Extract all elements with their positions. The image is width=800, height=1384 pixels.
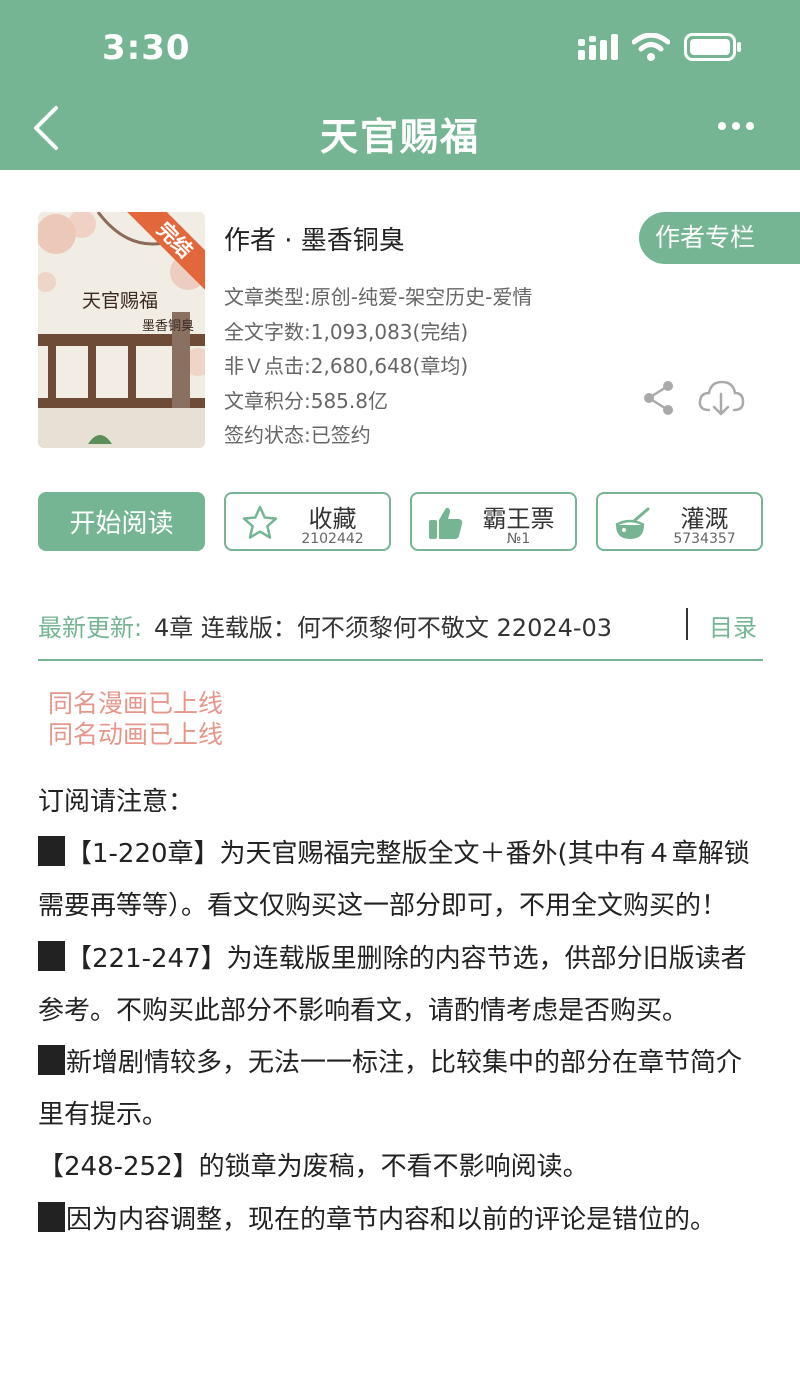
- block-mark: [38, 940, 65, 971]
- more-dot-icon: [718, 122, 726, 130]
- anime-notice[interactable]: 同名动画已上线: [48, 719, 223, 750]
- cover-title: 天官赐福: [82, 290, 159, 312]
- signal-icon: [578, 34, 618, 60]
- water-count: 5734357: [673, 531, 736, 547]
- water-button[interactable]: 灌溉 5734357: [596, 492, 763, 551]
- latest-update-bar[interactable]: 最新更新: 4章 连载版：何不须黎何不敬文 22024-03 目录: [38, 604, 763, 646]
- book-description: 订阅请注意： 【1-220章】为天官赐福完整版全文＋番外(其中有４章解锁需要再等…: [38, 776, 763, 1246]
- manga-notice[interactable]: 同名漫画已上线: [48, 688, 223, 719]
- favorite-button[interactable]: 收藏 2102442: [224, 492, 391, 551]
- page-title: 天官赐福: [319, 115, 480, 159]
- more-dot-icon: [746, 122, 754, 130]
- favorite-count: 2102442: [301, 531, 364, 547]
- ticket-rank: №1: [506, 531, 531, 547]
- author-name[interactable]: 作者 · 墨香铜臭: [224, 220, 405, 257]
- ticket-label: 霸王票: [482, 505, 555, 533]
- latest-update-text[interactable]: 4章 连载版：何不须黎何不敬文 22024-03: [154, 608, 690, 643]
- meta-word-count: 全文字数:1,093,083(完结): [224, 319, 469, 344]
- description-paragraph: 新增剧情较多，无法一一标注，比较集中的部分在章节简介里有提示。: [38, 1037, 763, 1141]
- status-icons: [578, 30, 742, 64]
- description-paragraph: 【221-247】为连载版里删除的内容节选，供部分旧版读者参考。不购买此部分不影…: [38, 933, 763, 1037]
- more-dot-icon: [732, 122, 740, 130]
- section-divider: [38, 659, 763, 661]
- battery-icon: [684, 33, 741, 61]
- block-mark: [38, 836, 65, 867]
- share-icon[interactable]: [642, 380, 676, 416]
- water-label: 灌溉: [680, 505, 729, 533]
- description-heading: 订阅请注意：: [38, 787, 195, 817]
- description-paragraph: 【1-220章】为天官赐福完整版全文＋番外(其中有４章解锁需要再等等）。看文仅购…: [38, 828, 763, 932]
- app-header: 3:30 天官赐福: [0, 0, 800, 170]
- favorite-label: 收藏: [308, 505, 357, 533]
- meta-genre: 文章类型:原创-纯爱-架空历史-爱情: [224, 285, 533, 309]
- thumbs-up-icon: [429, 507, 463, 539]
- block-mark: [38, 1045, 65, 1076]
- cover-author: 墨香铜臭: [142, 319, 195, 334]
- block-mark: [38, 1201, 65, 1232]
- meta-score: 文章积分:585.8亿: [224, 388, 388, 413]
- description-paragraph: 【248-252】的锁章为废稿，不看不影响阅读。: [38, 1152, 589, 1183]
- ticket-button[interactable]: 霸王票 №1: [410, 492, 577, 551]
- star-icon: [242, 505, 278, 539]
- meta-clicks: 非Ｖ点击:2,680,648(章均): [224, 354, 469, 378]
- description-paragraph: 因为内容调整，现在的章节内容和以前的评论是错位的。: [38, 1194, 763, 1246]
- divider: [686, 608, 688, 640]
- nutrient-flask-icon: [615, 507, 650, 539]
- wifi-icon: [632, 33, 670, 61]
- start-reading-button[interactable]: 开始阅读: [38, 492, 205, 551]
- latest-update-label: 最新更新:: [38, 614, 143, 642]
- book-cover[interactable]: 天官赐福 墨香铜臭 完结: [38, 212, 205, 448]
- more-options-button[interactable]: [718, 116, 758, 136]
- table-of-contents-link[interactable]: 目录: [709, 608, 757, 643]
- meta-contract: 签约状态:已签约: [224, 423, 371, 447]
- book-meta: 文章类型:原创-纯爱-架空历史-爱情 全文字数:1,093,083(完结) 非Ｖ…: [224, 280, 532, 453]
- status-time: 3:30: [102, 28, 191, 68]
- author-column-button[interactable]: 作者专栏: [639, 212, 800, 264]
- download-icon[interactable]: [697, 378, 745, 418]
